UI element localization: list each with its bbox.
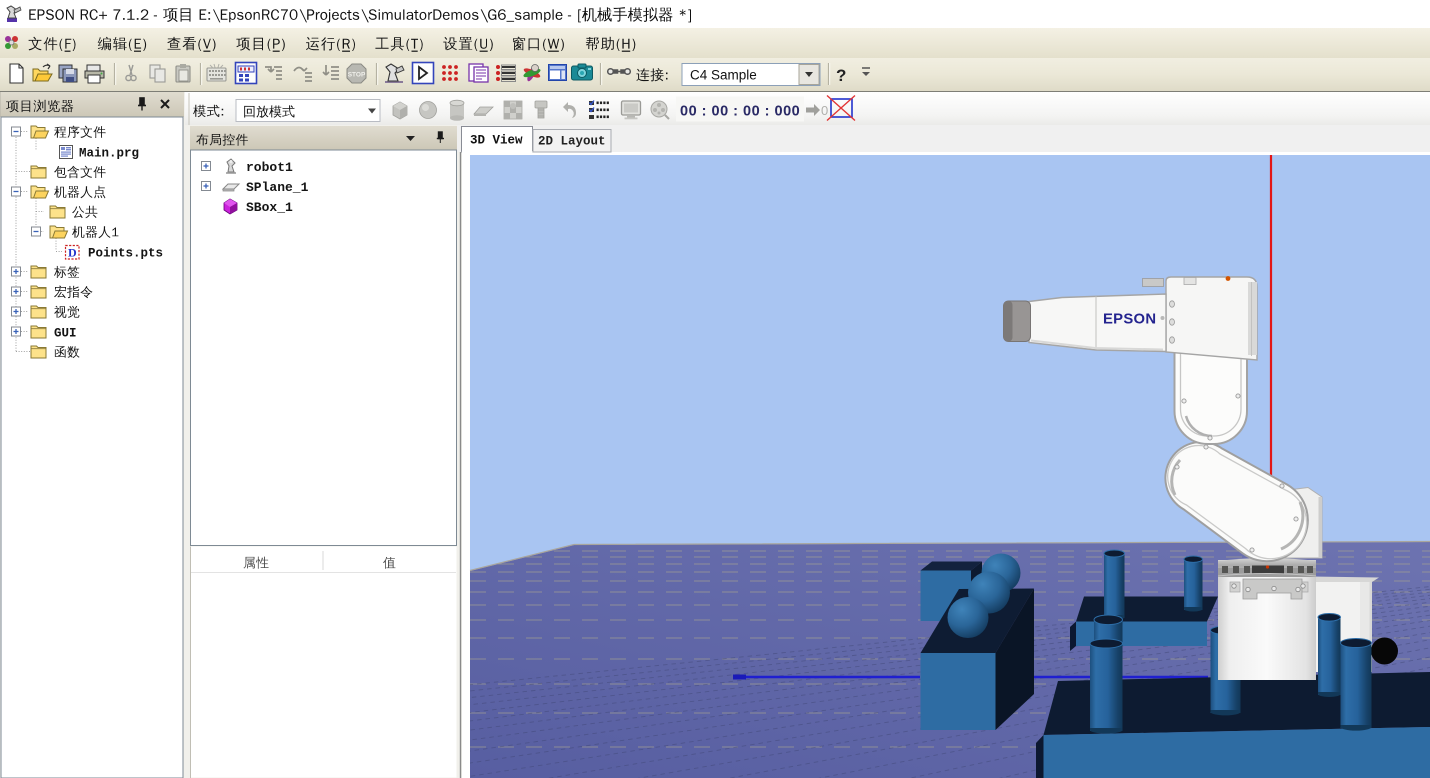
svg-text:SPlane_1: SPlane_1 [246, 180, 309, 195]
svg-text:EPSON: EPSON [1103, 312, 1156, 328]
svg-text:robot1: robot1 [246, 160, 293, 175]
svg-text:2D Layout: 2D Layout [538, 135, 606, 149]
svg-text:D: D [68, 246, 77, 260]
svg-text:3D View: 3D View [470, 134, 523, 148]
svg-text:STOP: STOP [348, 72, 366, 79]
svg-text:C4 Sample: C4 Sample [690, 68, 757, 83]
svg-text:?: ? [836, 66, 846, 85]
svg-text:00 : 00 : 00 : 000: 00 : 00 : 00 : 000 [680, 104, 800, 120]
svg-text:0: 0 [821, 103, 828, 118]
svg-text:GUI: GUI [54, 326, 77, 340]
svg-text:Main.prg: Main.prg [79, 146, 139, 160]
svg-text:SBox_1: SBox_1 [246, 200, 293, 215]
svg-text:Points.pts: Points.pts [88, 246, 163, 260]
